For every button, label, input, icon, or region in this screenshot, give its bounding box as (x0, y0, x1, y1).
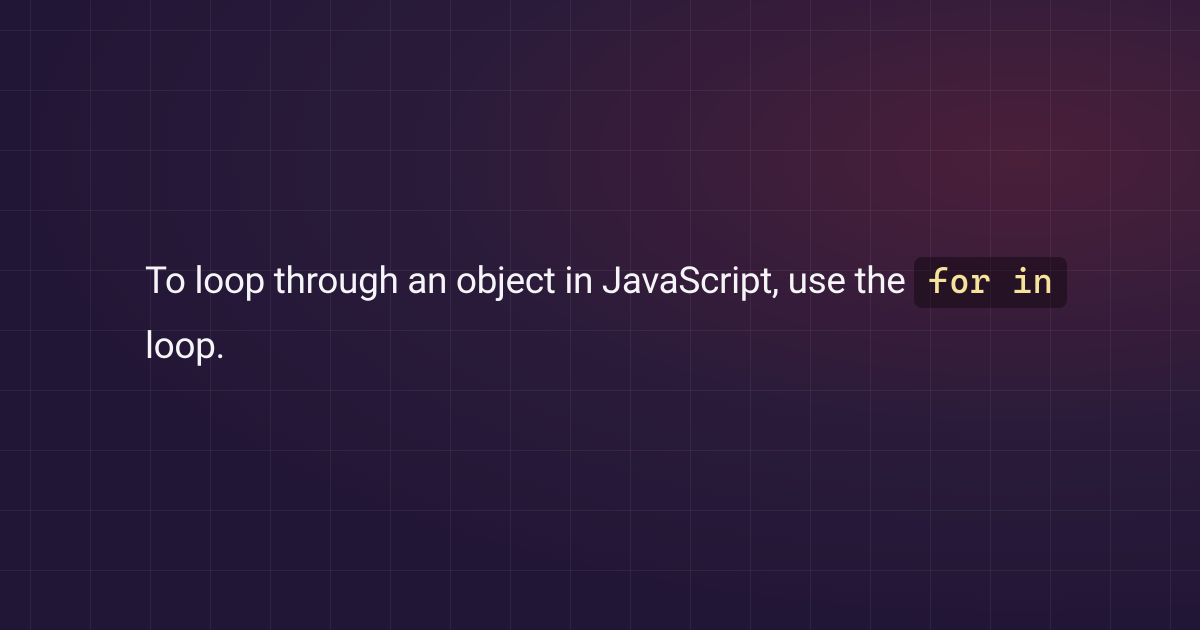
code-snippet: for in (914, 257, 1067, 308)
content-container: To loop through an object in JavaScript,… (0, 250, 1200, 380)
description-text: To loop through an object in JavaScript,… (145, 250, 1080, 380)
text-after: loop. (145, 325, 225, 368)
text-before: To loop through an object in JavaScript,… (145, 260, 914, 303)
